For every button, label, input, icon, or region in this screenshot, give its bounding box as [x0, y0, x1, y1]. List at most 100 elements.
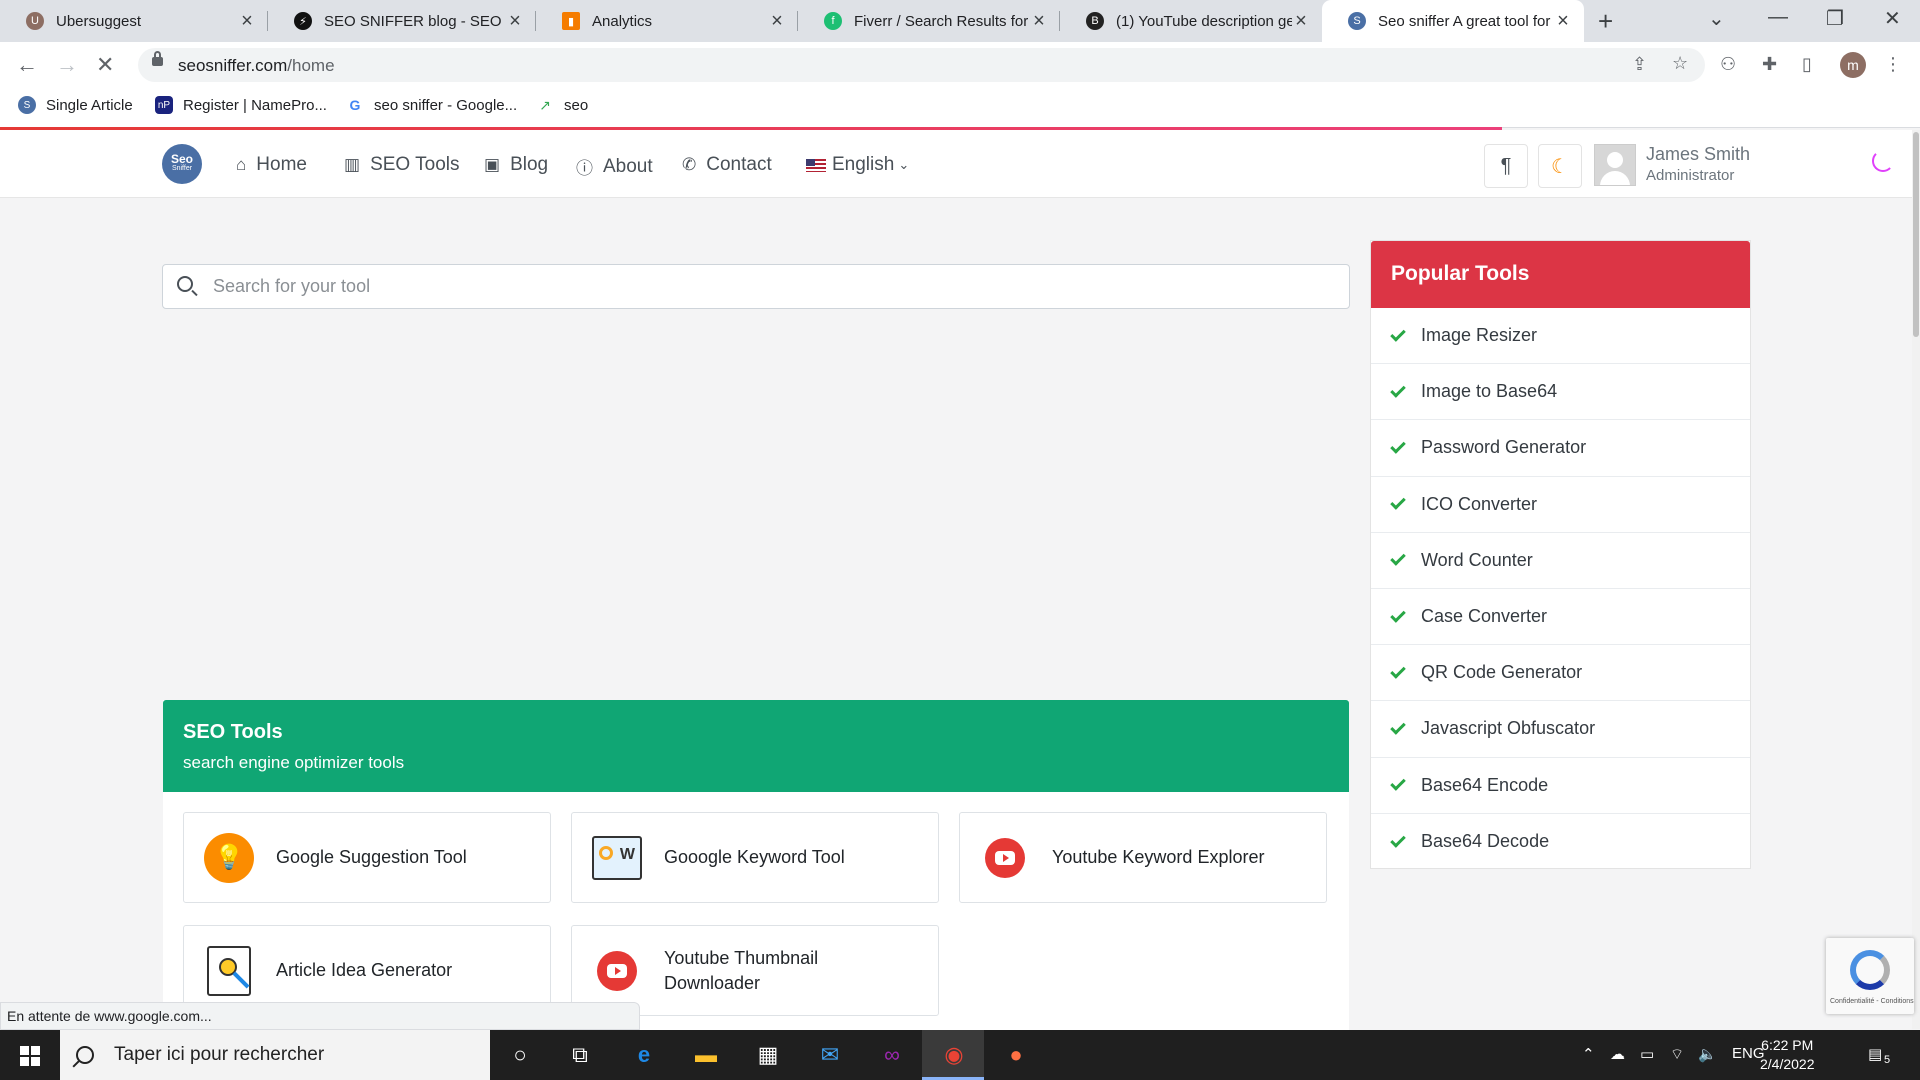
tab-fiverr[interactable]: f Fiverr / Search Results for 'thumbnail… [798, 0, 1060, 42]
popular-tool-link[interactable]: ICO Converter [1371, 477, 1750, 533]
profile-avatar[interactable]: m [1840, 52, 1866, 78]
tool-search-box[interactable] [162, 264, 1350, 309]
popular-tool-link[interactable]: Word Counter [1371, 533, 1750, 589]
task-view-icon[interactable]: ⧉ [564, 1039, 596, 1071]
tab-youtube-description[interactable]: B (1) YouTube description generator × [1060, 0, 1322, 42]
language-label: English [832, 154, 895, 175]
wifi-icon[interactable]: ⌔ [1670, 1045, 1684, 1064]
system-clock[interactable]: 6:22 PM 2/4/2022 [1760, 1036, 1815, 1074]
lock-icon[interactable] [152, 51, 163, 66]
chrome-icon[interactable]: ◉ [938, 1039, 970, 1071]
check-icon [1390, 606, 1406, 623]
close-tab-icon[interactable]: × [1292, 10, 1310, 33]
tool-search-input[interactable] [213, 265, 1333, 308]
nav-blog[interactable]: ▣ Blog [484, 154, 548, 176]
file-explorer-icon[interactable]: ▬ [690, 1039, 722, 1071]
forward-arrow-icon[interactable]: → [56, 52, 78, 78]
bookmark-google-search[interactable]: G seo sniffer - Google... [346, 96, 517, 114]
close-tab-icon[interactable]: × [1030, 10, 1048, 33]
nav-home[interactable]: ⌂ Home [236, 154, 307, 176]
battery-icon[interactable]: ▭ [1640, 1045, 1654, 1063]
notification-count: 5 [1884, 1054, 1891, 1066]
tab-title: (1) YouTube description generator [1116, 12, 1292, 30]
postman-icon[interactable]: ● [1000, 1039, 1032, 1071]
windows-taskbar: Taper ici pour rechercher ○ ⧉ e ▬ ▦ ✉ ∞ … [0, 1030, 1920, 1080]
minimize-icon[interactable]: — [1768, 6, 1788, 29]
bookmark-seo[interactable]: ↗ seo [536, 96, 588, 114]
clock-date: 2/4/2022 [1760, 1056, 1815, 1072]
side-panel-icon[interactable]: ▯ [1802, 54, 1812, 75]
scrollbar-thumb[interactable] [1913, 132, 1919, 337]
google-bookmark-icon: G [346, 96, 364, 114]
notifications-icon[interactable]: ▤ [1868, 1045, 1882, 1063]
more-menu-icon[interactable]: ⋮ [1884, 54, 1902, 75]
store-icon[interactable]: ▦ [752, 1039, 784, 1071]
seo-tools-title: SEO Tools [183, 721, 283, 743]
nav-contact[interactable]: ✆ Contact [682, 154, 772, 176]
tab-seo-sniffer-active[interactable]: S Seo sniffer A great tool for × [1322, 0, 1584, 42]
tool-card-google-keyword[interactable]: Gooogle Keyword Tool [571, 812, 939, 903]
windows-start-icon[interactable] [20, 1046, 40, 1066]
close-tab-icon[interactable]: × [1554, 10, 1572, 33]
tab-analytics[interactable]: ▮ Analytics × [536, 0, 798, 42]
address-bar[interactable]: seosniffer.com/home ⇪ ☆ [138, 48, 1705, 82]
check-icon [1390, 325, 1406, 342]
onedrive-icon[interactable]: ☁ [1610, 1045, 1625, 1063]
dark-mode-button[interactable]: ☾ [1538, 144, 1582, 188]
popular-tool-link[interactable]: Base64 Decode [1371, 814, 1750, 870]
bookmark-namepros[interactable]: nP Register | NamePro... [155, 96, 327, 114]
tab-strip: U Ubersuggest × ⚡ SEO SNIFFER blog - SEO… [0, 0, 1920, 42]
nav-about[interactable]: ⓘ About [576, 154, 653, 179]
popular-tool-link[interactable]: Base64 Encode [1371, 758, 1750, 814]
seo-sniffer-bookmark-icon: S [18, 96, 36, 114]
tab-title: Seo sniffer A great tool for [1378, 12, 1551, 30]
tab-search-chevron-icon[interactable]: ⌄ [1708, 6, 1725, 31]
volume-icon[interactable]: 🔈 [1698, 1045, 1717, 1063]
close-window-icon[interactable]: ✕ [1884, 6, 1901, 31]
close-tab-icon[interactable]: × [506, 10, 524, 33]
recaptcha-badge[interactable]: Confidentialité - Conditions [1826, 938, 1914, 1014]
tool-card-youtube-keyword[interactable]: Youtube Keyword Explorer [959, 812, 1327, 903]
popular-tool-link[interactable]: Case Converter [1371, 589, 1750, 646]
phone-icon: ✆ [682, 155, 697, 174]
page-scrollbar[interactable] [1912, 130, 1920, 1029]
language-dropdown[interactable]: English ⌄ [806, 154, 909, 176]
tab-title: Ubersuggest [56, 12, 142, 30]
tool-card-google-suggestion[interactable]: 💡 Google Suggestion Tool [183, 812, 551, 903]
blog-icon: ▣ [484, 155, 501, 174]
close-tab-icon[interactable]: × [768, 10, 786, 33]
popular-tool-link[interactable]: Password Generator [1371, 420, 1750, 477]
close-tab-icon[interactable]: × [238, 10, 256, 33]
popular-tool-link[interactable]: Image Resizer [1371, 308, 1750, 365]
bookmark-star-icon[interactable]: ☆ [1672, 53, 1688, 74]
popular-tool-link[interactable]: Javascript Obfuscator [1371, 701, 1750, 758]
tab-seo-sniffer-blog[interactable]: ⚡ SEO SNIFFER blog - SEO SNIFFER × [268, 0, 536, 42]
puzzle-extensions-icon[interactable]: ✚ [1762, 54, 1777, 75]
stop-loading-icon[interactable]: ✕ [96, 52, 114, 78]
visual-studio-icon[interactable]: ∞ [876, 1039, 908, 1071]
rtl-toggle-button[interactable]: ¶ [1484, 144, 1528, 188]
taskbar-search-box[interactable]: Taper ici pour rechercher [60, 1030, 490, 1080]
popular-tool-link[interactable]: QR Code Generator [1371, 645, 1750, 702]
restore-icon[interactable]: ❐ [1826, 6, 1844, 31]
new-tab-icon[interactable]: + [1598, 6, 1613, 37]
bookmark-single-article[interactable]: S Single Article [18, 96, 133, 114]
user-avatar[interactable] [1594, 144, 1636, 186]
back-arrow-icon[interactable]: ← [16, 52, 38, 78]
share-icon[interactable]: ⇪ [1632, 54, 1647, 75]
check-icon [1390, 438, 1406, 454]
site-navbar: Seo Sniffer ⌂ Home ▥ SEO Tools ▣ Blog ⓘ About… [0, 130, 1912, 198]
mail-icon[interactable]: ✉ [814, 1039, 846, 1071]
bookmarks-bar: S Single Article nP Register | NamePro..… [0, 88, 1920, 128]
show-hidden-icons-chevron-icon[interactable]: ⌃ [1582, 1045, 1595, 1063]
popular-tool-link[interactable]: Image to Base64 [1371, 364, 1750, 421]
cortana-icon[interactable]: ○ [504, 1039, 536, 1071]
extension-badge-icon[interactable]: ⚇ [1720, 54, 1736, 75]
edge-icon[interactable]: e [628, 1039, 660, 1071]
recaptcha-terms[interactable]: Confidentialité - Conditions [1830, 998, 1914, 1005]
nav-seo-tools[interactable]: ▥ SEO Tools [344, 154, 459, 176]
user-name[interactable]: James Smith [1646, 144, 1750, 165]
site-logo[interactable]: Seo Sniffer [162, 144, 202, 184]
tab-ubersuggest[interactable]: U Ubersuggest × [0, 0, 268, 42]
url-text[interactable]: seosniffer.com/home [178, 56, 335, 76]
